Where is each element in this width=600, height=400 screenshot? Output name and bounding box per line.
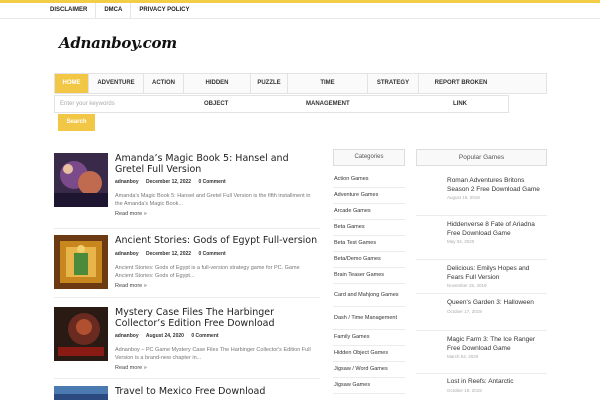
read-more-link[interactable]: Read more » <box>115 283 147 289</box>
popular-item-title[interactable]: Hiddenverse 8 Fate of Ariadna Free Downl… <box>447 221 547 238</box>
category-item[interactable]: Action Games <box>333 172 405 188</box>
search-button[interactable]: Search <box>58 114 95 131</box>
top-links: DISCLAIMER DMCA PRIVACY POLICY <box>44 3 197 19</box>
category-item[interactable]: Jigsaw Games <box>333 378 405 394</box>
popular-item-date: May 04, 2020 <box>447 239 475 244</box>
popular-item: Queen's Garden 3: Halloween October 17, … <box>447 299 547 314</box>
post-thumbnail[interactable] <box>54 235 108 289</box>
popular-item-date: March 04, 2020 <box>447 354 479 359</box>
nav-management[interactable]: MANAGEMENT <box>306 96 350 112</box>
post-comments[interactable]: 0 Comment <box>198 251 225 257</box>
category-item[interactable]: Beta Games <box>333 220 405 236</box>
category-item[interactable]: Card and Mahjong Games <box>333 284 405 307</box>
category-item[interactable]: Beta Test Games <box>333 236 405 252</box>
post-item: Travel to Mexico Free Download <box>54 386 320 400</box>
nav-hidden[interactable]: HIDDEN <box>184 74 251 93</box>
top-bar: DISCLAIMER DMCA PRIVACY POLICY <box>0 0 600 19</box>
post-separator <box>54 297 320 298</box>
read-more-link[interactable]: Read more » <box>115 365 147 371</box>
post-author[interactable]: adnanboy <box>115 251 139 257</box>
post-title[interactable]: Travel to Mexico Free Download <box>115 386 320 397</box>
popular-item-date: August 16, 2019 <box>447 195 480 200</box>
disclaimer-link[interactable]: DISCLAIMER <box>44 3 95 19</box>
category-item[interactable]: Brain Teaser Games <box>333 268 405 284</box>
popular-item: Magic Farm 3: The Ice Ranger Free Downlo… <box>447 336 547 359</box>
post-thumbnail[interactable] <box>54 153 108 207</box>
popular-item: Roman Adventures Britons Season 2 Free D… <box>447 177 547 200</box>
popular-separator <box>416 330 547 331</box>
category-item[interactable]: Hidden Object Games <box>333 346 405 362</box>
popular-separator <box>416 215 547 216</box>
post-item: Amanda’s Magic Book 5: Hansel and Gretel… <box>54 153 320 219</box>
popular-separator <box>416 293 547 294</box>
post-comments[interactable]: 0 Comment <box>198 179 225 185</box>
category-item[interactable]: Dash / Time Management <box>333 307 405 330</box>
post-author[interactable]: adnanboy <box>115 333 139 339</box>
nav-action[interactable]: ACTION <box>144 74 184 93</box>
popular-item: Delicious: Emilys Hopes and Fears Full V… <box>447 265 547 288</box>
post-date: December 12, 2022 <box>146 179 192 185</box>
post-thumbnail[interactable] <box>54 386 108 400</box>
popular-item-date: October 17, 2019 <box>447 308 482 314</box>
categories-title: Categories <box>333 149 405 166</box>
post-meta: adnanboy December 12, 2022 0 Comment <box>115 179 232 185</box>
post-title[interactable]: Amanda’s Magic Book 5: Hansel and Gretel… <box>115 153 320 175</box>
popular-games-title: Popular Games <box>416 149 547 166</box>
post-excerpt: Ancient Stories: Gods of Egypt is a full… <box>115 265 300 279</box>
popular-item: Hiddenverse 8 Fate of Ariadna Free Downl… <box>447 221 547 244</box>
post-item: Mystery Case Files The Harbinger Collect… <box>54 307 320 373</box>
nav-time[interactable]: TIME <box>288 74 368 93</box>
category-item[interactable]: Adventure Games <box>333 188 405 204</box>
nav-report-broken[interactable]: REPORT BROKEN <box>419 74 503 93</box>
post-meta: adnanboy December 12, 2022 0 Comment <box>115 251 232 257</box>
category-item[interactable]: Beta/Demo Games <box>333 252 405 268</box>
categories-list: Action Games Adventure Games Arcade Game… <box>333 172 405 394</box>
popular-separator <box>416 259 547 260</box>
popular-item-title[interactable]: Lost in Reefs: Antarctic <box>447 378 547 387</box>
post-date: December 12, 2022 <box>146 251 192 257</box>
post-excerpt: Adnanboy – PC Game Mystery Case Files Th… <box>115 347 311 361</box>
search-input[interactable]: Enter your keywords <box>55 96 195 112</box>
post-meta: adnanboy August 24, 2020 0 Comment <box>115 333 225 339</box>
nav-puzzle[interactable]: PUZZLE <box>251 74 288 93</box>
popular-separator <box>416 373 547 374</box>
dmca-link[interactable]: DMCA <box>95 3 130 19</box>
post-separator <box>54 228 320 229</box>
site-logo[interactable]: Adnanboy.com <box>59 34 177 52</box>
post-excerpt: Amanda's Magic Book 5: Hansel and Gretel… <box>115 193 311 207</box>
post-thumbnail[interactable] <box>54 307 108 361</box>
post-title[interactable]: Ancient Stories: Gods of Egypt Full-vers… <box>115 235 320 246</box>
popular-item-title[interactable]: Roman Adventures Britons Season 2 Free D… <box>447 177 547 194</box>
popular-item-title[interactable]: Magic Farm 3: The Ice Ranger Free Downlo… <box>447 336 547 353</box>
nav-row-2: Enter your keywords OBJECT MANAGEMENT LI… <box>54 95 509 113</box>
popular-item: Lost in Reefs: Antarctic October 19, 201… <box>447 378 547 393</box>
category-item[interactable]: Jigsaw / Word Games <box>333 362 405 378</box>
post-author[interactable]: adnanboy <box>115 179 139 185</box>
post-comments[interactable]: 0 Comment <box>191 333 218 339</box>
category-item[interactable]: Family Games <box>333 330 405 346</box>
popular-item-title[interactable]: Delicious: Emilys Hopes and Fears Full V… <box>447 265 547 282</box>
post-separator <box>54 378 320 379</box>
post-item: Ancient Stories: Gods of Egypt Full-vers… <box>54 235 320 297</box>
post-date: August 24, 2020 <box>145 333 184 339</box>
nav-strategy[interactable]: STRATEGY <box>368 74 419 93</box>
privacy-policy-link[interactable]: PRIVACY POLICY <box>130 3 197 19</box>
popular-item-title[interactable]: Queen's Garden 3: Halloween <box>447 299 547 308</box>
nav-object[interactable]: OBJECT <box>204 96 228 112</box>
popular-item-date: November 25, 2019 <box>447 283 487 288</box>
main-nav: HOME ADVENTURE ACTION HIDDEN PUZZLE TIME… <box>54 73 547 94</box>
nav-link[interactable]: LINK <box>453 96 467 112</box>
post-title[interactable]: Mystery Case Files The Harbinger Collect… <box>115 307 320 329</box>
category-item[interactable]: Arcade Games <box>333 204 405 220</box>
nav-home[interactable]: HOME <box>55 74 89 93</box>
popular-item-date: October 19, 2019 <box>447 387 482 393</box>
nav-adventure[interactable]: ADVENTURE <box>89 74 144 93</box>
read-more-link[interactable]: Read more » <box>115 211 147 217</box>
